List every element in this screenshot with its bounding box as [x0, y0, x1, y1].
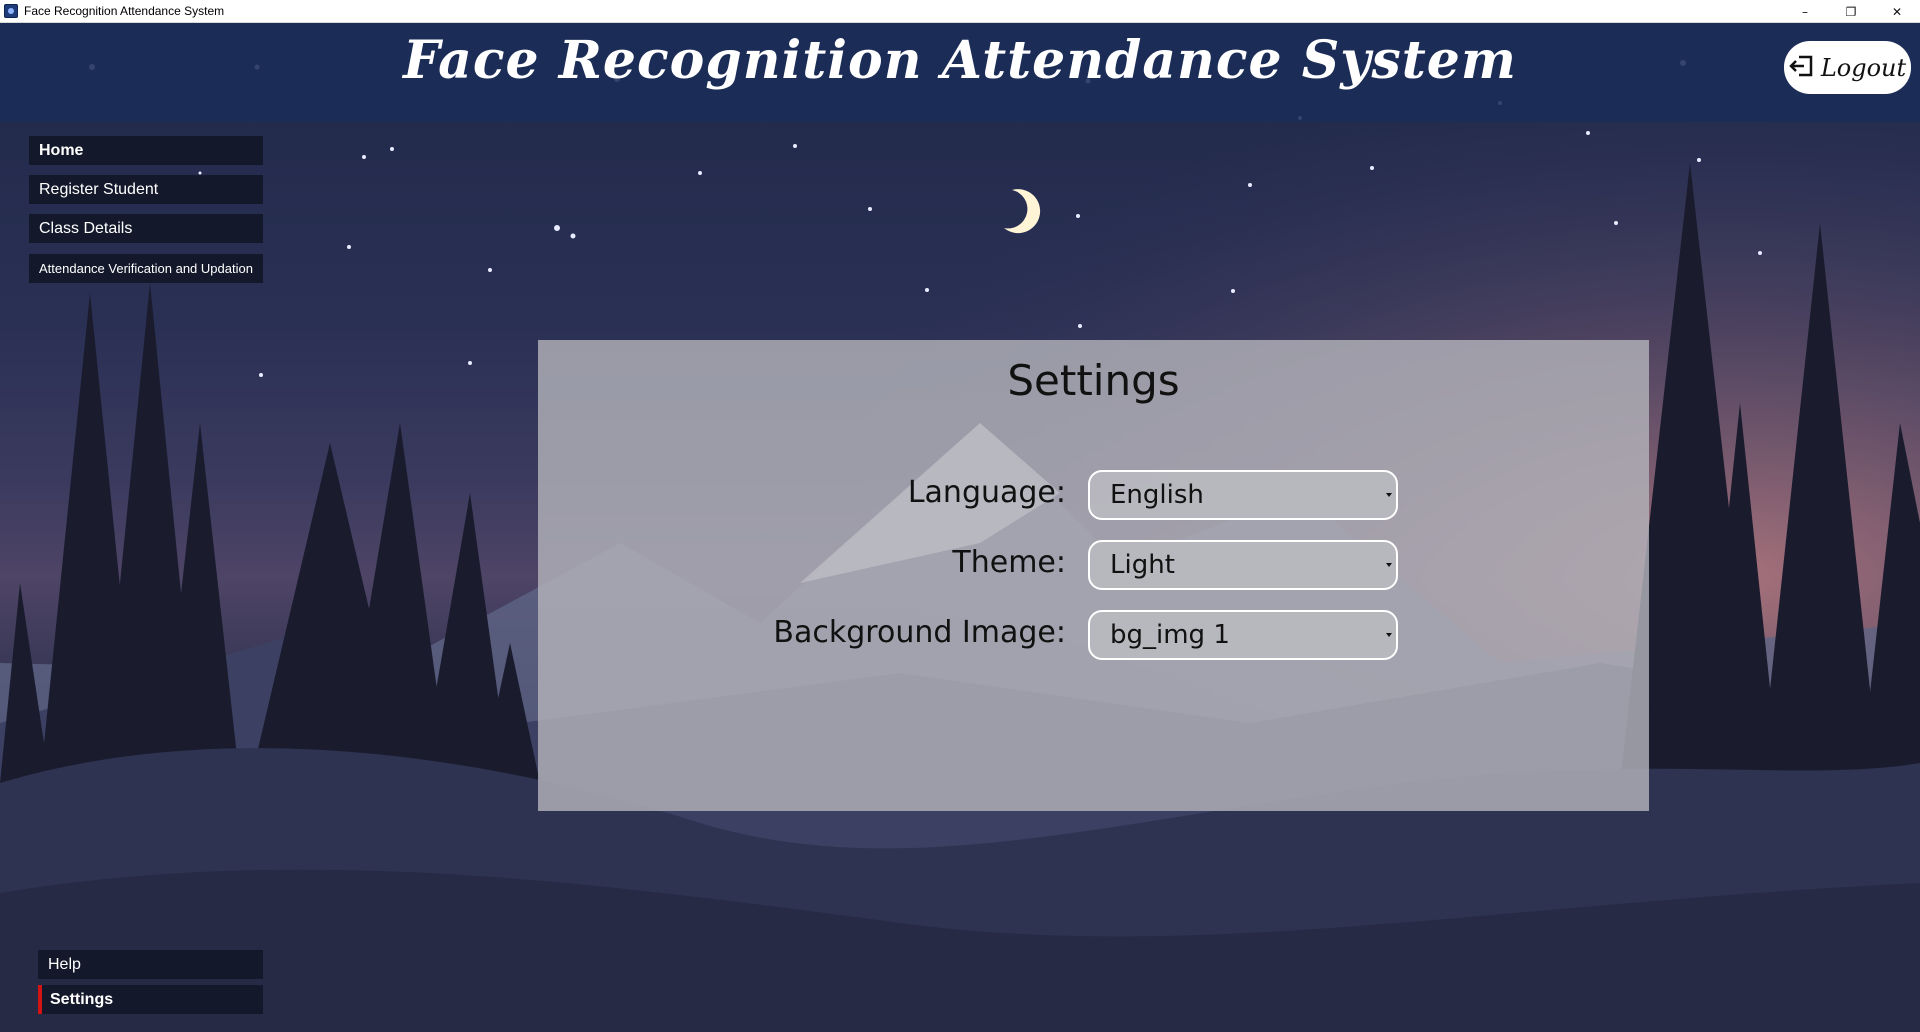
window-title: Face Recognition Attendance System: [24, 4, 225, 18]
logout-label: Logout: [1820, 53, 1907, 82]
chevron-down-icon: [1386, 563, 1392, 567]
theme-label: Theme:: [952, 545, 1066, 580]
sidebar-item-register-student[interactable]: Register Student: [29, 175, 263, 204]
settings-title: Settings: [1007, 356, 1180, 405]
sidebar-item-attendance-verification[interactable]: Attendance Verification and Updation: [29, 254, 263, 283]
chevron-down-icon: [1386, 633, 1392, 637]
sidebar-item-home[interactable]: Home: [29, 136, 263, 165]
language-label: Language:: [907, 475, 1066, 510]
theme-select-value: Light: [1110, 550, 1175, 580]
app-icon: [4, 4, 18, 18]
background-image-select-value: bg_img 1: [1110, 620, 1230, 650]
sidebar-item-help[interactable]: Help: [38, 950, 263, 979]
window-controls: – ❐ ✕: [1782, 0, 1920, 23]
logout-icon: [1789, 54, 1815, 82]
language-select[interactable]: English: [1088, 470, 1398, 520]
restore-button[interactable]: ❐: [1828, 0, 1874, 23]
language-select-value: English: [1110, 480, 1204, 510]
minimize-button[interactable]: –: [1782, 0, 1828, 23]
background-image-select[interactable]: bg_img 1: [1088, 610, 1398, 660]
app-title: Face Recognition Attendance System: [403, 30, 1517, 91]
sidebar-item-settings[interactable]: Settings: [38, 985, 263, 1014]
close-button[interactable]: ✕: [1874, 0, 1920, 23]
logout-button[interactable]: Logout: [1784, 41, 1911, 94]
chevron-down-icon: [1386, 493, 1392, 497]
sidebar-item-class-details[interactable]: Class Details: [29, 214, 263, 243]
background-image-label: Background Image:: [773, 615, 1066, 650]
settings-panel: Settings Language: English Theme: Light …: [538, 340, 1649, 811]
window-titlebar: Face Recognition Attendance System – ❐ ✕: [0, 0, 1920, 23]
theme-select[interactable]: Light: [1088, 540, 1398, 590]
